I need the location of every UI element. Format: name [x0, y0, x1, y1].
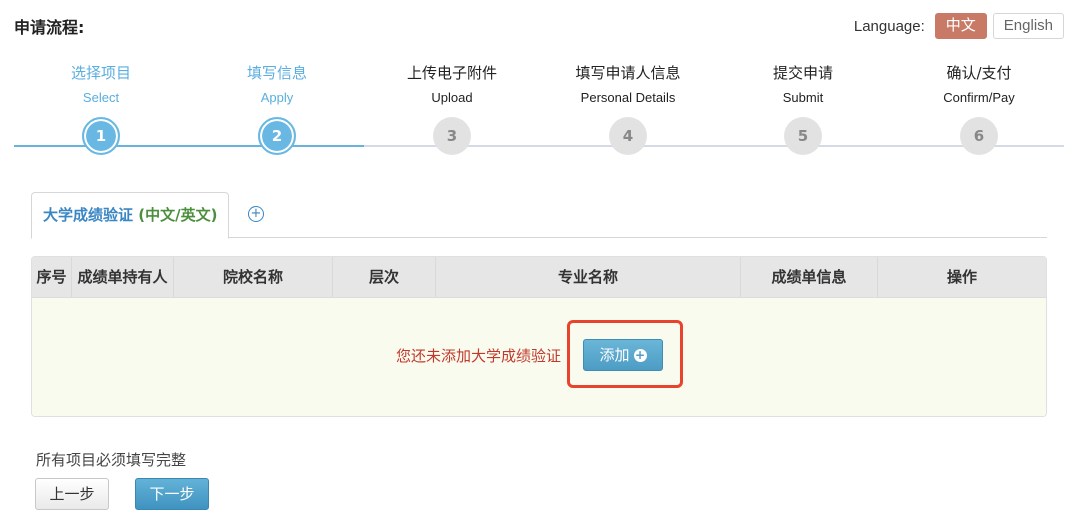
step-label-cn: 填写信息	[246, 64, 307, 82]
tab-title: 大学成绩验证	[43, 206, 134, 224]
step-label-cn: 确认/支付	[946, 64, 1012, 82]
step-upload: 上传电子附件 Upload 3	[372, 62, 532, 155]
add-button-label: 添加	[599, 346, 630, 364]
step-number-badge: 4	[609, 117, 647, 155]
step-number-badge: 2	[258, 117, 296, 155]
step-number-badge: 1	[82, 117, 120, 155]
language-switcher: Language: 中文 English	[854, 13, 1064, 39]
step-label-cn: 选择项目	[70, 64, 131, 82]
column-header: 院校名称	[174, 257, 333, 297]
column-header: 序号	[32, 257, 72, 297]
step-label-en: Select	[82, 90, 120, 105]
plus-circle-icon[interactable]: +	[248, 206, 264, 222]
transcript-table: 序号 成绩单持有人 院校名称 层次 专业名称 成绩单信息 操作 您还未添加大学成…	[31, 256, 1047, 417]
table-header: 序号 成绩单持有人 院校名称 层次 专业名称 成绩单信息 操作	[32, 257, 1046, 298]
empty-state-message: 您还未添加大学成绩验证	[396, 347, 562, 365]
step-label-en: Submit	[782, 90, 824, 105]
column-header: 成绩单持有人	[72, 257, 174, 297]
column-header: 层次	[333, 257, 436, 297]
column-header: 成绩单信息	[741, 257, 878, 297]
step-confirm-pay: 确认/支付 Confirm/Pay 6	[899, 62, 1059, 155]
step-label-cn: 上传电子附件	[406, 64, 497, 82]
progress-stepper: 选择项目 Select 1 填写信息 Apply 2 上传电子附件 Upload…	[0, 62, 1080, 172]
step-label-en: Apply	[260, 90, 294, 105]
language-english-button[interactable]: English	[992, 13, 1064, 39]
tab-bar: 大学成绩验证 (中文/英文) +	[31, 192, 1047, 239]
table-body-empty: 您还未添加大学成绩验证 添加 +	[32, 298, 1046, 416]
step-label-cn: 填写申请人信息	[575, 64, 681, 82]
plus-circle-icon: +	[633, 348, 647, 362]
column-header: 专业名称	[436, 257, 741, 297]
add-transcript-button[interactable]: 添加 +	[583, 339, 663, 371]
step-label-cn: 提交申请	[772, 64, 833, 82]
step-number-badge: 5	[784, 117, 822, 155]
step-label-en: Upload	[431, 90, 473, 105]
tab-transcript-verification[interactable]: 大学成绩验证 (中文/英文)	[31, 192, 230, 239]
step-select: 选择项目 Select 1	[21, 62, 181, 155]
step-number-badge: 3	[433, 117, 471, 155]
step-personal-details: 填写申请人信息 Personal Details 4	[548, 62, 708, 155]
next-step-button[interactable]: 下一步	[135, 478, 209, 510]
required-note: 所有项目必须填写完整	[36, 451, 187, 469]
page-title: 申请流程:	[14, 18, 85, 37]
step-label-en: Confirm/Pay	[943, 90, 1015, 105]
language-label: Language:	[853, 17, 925, 35]
language-chinese-button[interactable]: 中文	[934, 13, 987, 39]
tab-title-suffix: (中文/英文)	[138, 206, 218, 224]
step-number-badge: 6	[960, 117, 998, 155]
step-submit: 提交申请 Submit 5	[723, 62, 883, 155]
step-label-en: Personal Details	[580, 90, 676, 105]
step-apply: 填写信息 Apply 2	[197, 62, 357, 155]
previous-step-button[interactable]: 上一步	[35, 478, 109, 510]
column-header: 操作	[946, 268, 977, 286]
